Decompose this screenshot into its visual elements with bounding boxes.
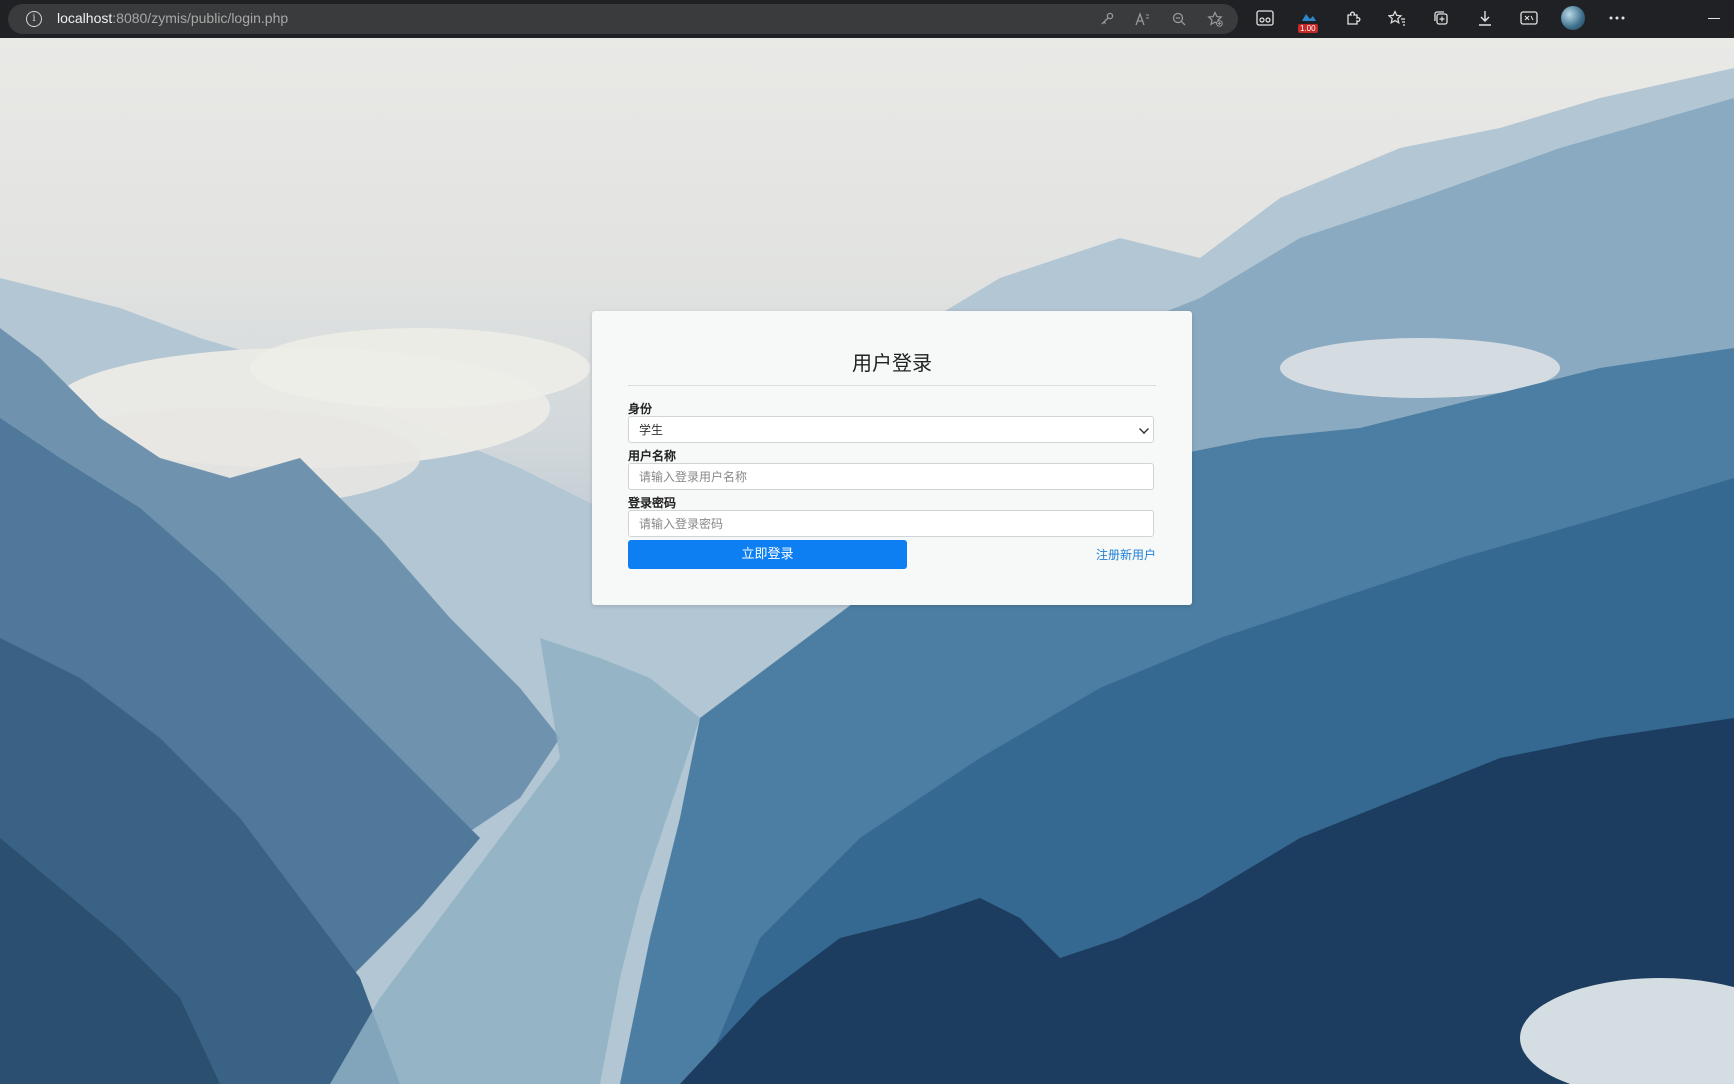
password-label: 登录密码 xyxy=(628,496,677,510)
identity-select[interactable]: 学生 xyxy=(628,416,1154,443)
address-bar[interactable]: i localhost:8080/zymis/public/login.php xyxy=(8,4,1238,34)
downloads-icon[interactable] xyxy=(1472,5,1498,31)
more-icon[interactable] xyxy=(1604,5,1630,31)
url-host: localhost xyxy=(57,10,113,26)
key-icon[interactable] xyxy=(1096,8,1118,30)
favorite-add-icon[interactable] xyxy=(1204,8,1226,30)
favorites-icon[interactable] xyxy=(1384,5,1410,31)
extension-badge: 1.00 xyxy=(1298,24,1318,33)
site-info-icon[interactable]: i xyxy=(26,11,42,27)
password-input[interactable]: 请输入登录密码 xyxy=(628,510,1154,537)
extensions-icon[interactable] xyxy=(1340,5,1366,31)
login-button[interactable]: 立即登录 xyxy=(628,540,907,569)
profile-avatar[interactable] xyxy=(1560,5,1586,31)
extension-badge-icon[interactable]: 1.00 xyxy=(1296,5,1322,33)
login-card: 用户登录 身份 学生 用户名称 请输入登录用户名称 登录密码 请输入登录密码 立… xyxy=(592,311,1192,605)
minimize-icon[interactable] xyxy=(1708,18,1720,19)
username-label: 用户名称 xyxy=(628,449,677,463)
username-placeholder: 请输入登录用户名称 xyxy=(639,470,748,484)
url-text[interactable]: localhost:8080/zymis/public/login.php xyxy=(57,10,288,26)
chevron-down-icon xyxy=(1139,424,1149,434)
collections-icon[interactable] xyxy=(1428,5,1454,31)
screenshot-icon[interactable] xyxy=(1516,5,1542,31)
avatar xyxy=(1561,6,1585,30)
immersive-reader-icon[interactable] xyxy=(1252,5,1278,31)
identity-label: 身份 xyxy=(628,402,653,416)
read-aloud-icon[interactable] xyxy=(1132,8,1154,30)
identity-select-value: 学生 xyxy=(639,423,664,437)
username-input[interactable]: 请输入登录用户名称 xyxy=(628,463,1154,490)
address-bar-icons xyxy=(1096,8,1226,30)
password-placeholder: 请输入登录密码 xyxy=(639,517,724,531)
url-path: :8080/zymis/public/login.php xyxy=(112,10,289,26)
register-link[interactable]: 注册新用户 xyxy=(1096,546,1156,563)
title-divider xyxy=(628,385,1156,386)
zoom-out-icon[interactable] xyxy=(1168,8,1190,30)
browser-toolbar-icons: 1.00 xyxy=(1252,5,1630,33)
browser-toolbar: i localhost:8080/zymis/public/login.php … xyxy=(0,0,1734,38)
login-title: 用户登录 xyxy=(852,351,932,375)
